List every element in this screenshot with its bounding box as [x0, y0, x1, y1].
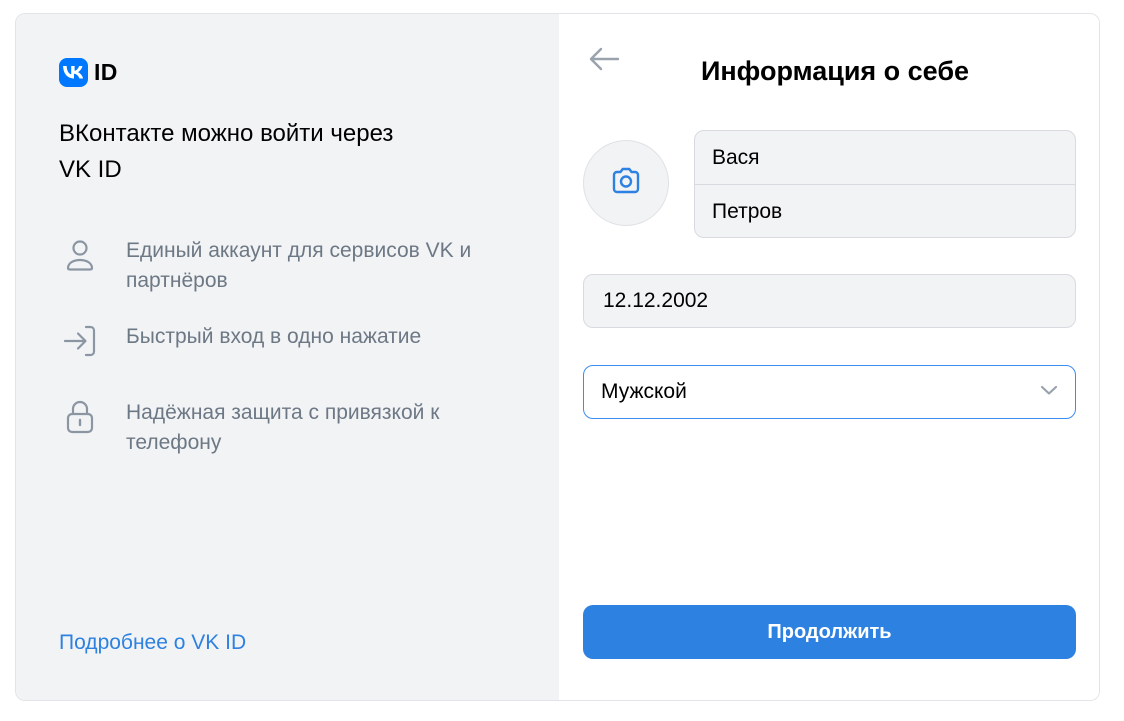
form-panel: Информация о себе Мужской: [559, 14, 1099, 700]
user-icon: [61, 236, 99, 274]
chevron-down-icon: [1039, 383, 1059, 401]
info-panel: ID ВКонтакте можно войти через VK ID Еди…: [16, 14, 559, 700]
feature-text: Быстрый вход в одно нажатие: [126, 325, 422, 348]
page-title: Информация о себе: [700, 56, 970, 86]
lock-icon: [61, 398, 99, 436]
vk-id-logo: ID: [59, 58, 118, 87]
feature-item-fast-login: Быстрый вход в одно нажатие: [61, 322, 486, 360]
tagline: ВКонтакте можно войти через VK ID: [59, 120, 394, 183]
birth-date-input[interactable]: [584, 275, 1075, 327]
first-name-input[interactable]: [695, 131, 1075, 184]
birth-date-field: [583, 274, 1076, 328]
more-about-vk-id-link[interactable]: Подробнее о VK ID: [59, 631, 246, 655]
camera-icon: [610, 167, 642, 200]
vk-id-dialog: ID ВКонтакте можно войти через VK ID Еди…: [15, 13, 1100, 701]
upload-photo-button[interactable]: [583, 140, 669, 226]
feature-text: Надёжная защита с привязкой к телефону: [126, 401, 440, 454]
feature-item-account: Единый аккаунт для сервисов VK и партнёр…: [61, 236, 486, 296]
login-arrow-icon: [61, 322, 99, 360]
continue-button[interactable]: Продолжить: [583, 605, 1076, 659]
gender-selected-value: Мужской: [601, 380, 687, 403]
gender-select[interactable]: Мужской: [583, 365, 1076, 419]
last-name-input[interactable]: [695, 185, 1075, 237]
logo-text: ID: [94, 59, 118, 85]
vk-logo-icon: [59, 58, 88, 87]
feature-item-security: Надёжная защита с привязкой к телефону: [61, 398, 486, 458]
name-fields: [694, 130, 1076, 238]
feature-text: Единый аккаунт для сервисов VK и партнёр…: [126, 239, 472, 292]
